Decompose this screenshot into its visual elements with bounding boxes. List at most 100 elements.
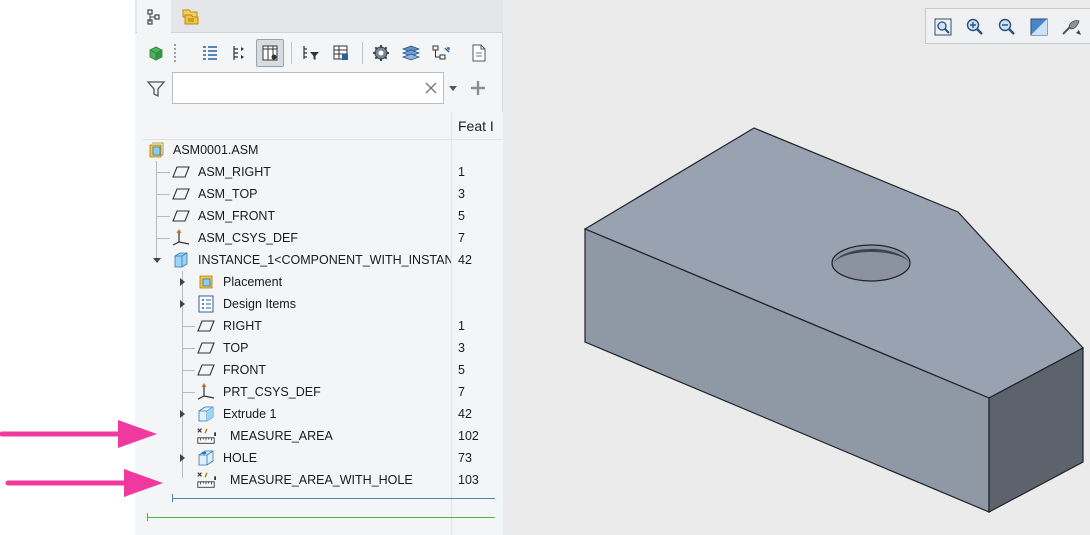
tree-item-label: ASM_RIGHT: [198, 165, 271, 179]
placement-icon: [196, 273, 216, 291]
collapse-all-button[interactable]: [226, 39, 254, 67]
expand-all-button[interactable]: [196, 39, 224, 67]
insert-here-line-part[interactable]: [173, 498, 495, 499]
display-style-icon: [1062, 20, 1081, 35]
model-view[interactable]: [503, 0, 1090, 535]
measure-icon: [196, 427, 216, 445]
tab-model-tree[interactable]: [137, 0, 171, 34]
insert-here-handle-part[interactable]: [172, 494, 173, 502]
feat-id-value: 1: [458, 319, 465, 333]
tree-row-design-items[interactable]: Design Items: [135, 293, 503, 315]
document-button[interactable]: [465, 39, 493, 67]
chevron-right-icon: [180, 410, 185, 418]
tree-row-placement[interactable]: Placement: [135, 271, 503, 293]
insert-here-line-assembly[interactable]: [147, 517, 495, 518]
datum-plane-icon: [196, 317, 216, 335]
relations-button[interactable]: [427, 39, 455, 67]
graphics-window[interactable]: [503, 0, 1090, 535]
tree-item-label: MEASURE_AREA: [230, 429, 333, 443]
display-style-button[interactable]: [1058, 14, 1084, 40]
tree-row-instance-1[interactable]: INSTANCE_1<COMPONENT_WITH_INSTANC 42: [135, 249, 503, 271]
annotation-arrows: [0, 420, 163, 497]
chevron-down-icon: [449, 86, 457, 91]
repaint-icon: [1030, 18, 1048, 36]
feat-id-value: 42: [458, 253, 472, 267]
tree-row-top[interactable]: TOP 3: [135, 337, 503, 359]
tree-row-hole[interactable]: HOLE 73: [135, 447, 503, 469]
tree-rows: ASM0001.ASM ASM_RIGHT 1 ASM_TOP 3 ASM_FR…: [135, 139, 503, 491]
repaint-button[interactable]: [1026, 14, 1052, 40]
feat-id-value: 7: [458, 385, 465, 399]
part-icon: [171, 251, 191, 269]
layers-button[interactable]: [397, 39, 425, 67]
show-button[interactable]: [142, 39, 170, 67]
search-input[interactable]: [172, 72, 444, 104]
expand-toggle[interactable]: [176, 276, 188, 288]
tree-row-right[interactable]: RIGHT 1: [135, 315, 503, 337]
funnel-icon: [146, 81, 166, 98]
feat-id-value: 5: [458, 209, 465, 223]
tab-layers[interactable]: [173, 0, 207, 33]
tree-connector: [156, 194, 170, 195]
expand-toggle[interactable]: [176, 452, 188, 464]
tree-row-asm-top[interactable]: ASM_TOP 3: [135, 183, 503, 205]
tree-item-label: ASM_TOP: [198, 187, 258, 201]
feat-id-value: 103: [458, 473, 479, 487]
filter-toggle-button[interactable]: [145, 78, 167, 100]
zoom-in-button[interactable]: [962, 14, 988, 40]
tree-filters-button[interactable]: [297, 39, 325, 67]
feat-id-value: 73: [458, 451, 472, 465]
settings-button[interactable]: [367, 39, 395, 67]
columns-icon: [262, 45, 278, 61]
tree-connector: [182, 392, 195, 393]
tree-columns-button[interactable]: [256, 39, 284, 67]
tree-connector: [156, 172, 170, 173]
expand-toggle[interactable]: [176, 408, 188, 420]
datum-plane-icon: [171, 163, 191, 181]
refit-icon: [934, 18, 952, 36]
clear-search-button[interactable]: [422, 79, 440, 97]
tree-row-measure-area[interactable]: MEASURE_AREA 102: [135, 425, 503, 447]
filter-dropdown-button[interactable]: [447, 82, 459, 94]
feat-id-column-header[interactable]: Feat I: [451, 112, 503, 140]
tree-row-measure-area-with-hole[interactable]: MEASURE_AREA_WITH_HOLE 103: [135, 469, 503, 491]
extrude-icon: [196, 405, 216, 423]
refit-button[interactable]: [930, 14, 956, 40]
tree-connector: [156, 216, 170, 217]
expand-toggle[interactable]: [176, 298, 188, 310]
list-indent-icon: [203, 46, 217, 60]
tree-row-asm-front[interactable]: ASM_FRONT 5: [135, 205, 503, 227]
tree-row-asm0001[interactable]: ASM0001.ASM: [135, 139, 503, 161]
tree-item-label: ASM_CSYS_DEF: [198, 231, 299, 245]
model-tree: Feat I ASM0001.ASM ASM_RIGHT 1 ASM_TOP 3…: [135, 112, 503, 535]
collapse-toggle[interactable]: [151, 254, 163, 266]
zoom-out-icon: [998, 18, 1015, 35]
chevron-right-icon: [180, 300, 185, 308]
tree-connector: [182, 348, 195, 349]
insert-here-handle-assembly[interactable]: [147, 513, 148, 521]
graphics-toolbar: [925, 8, 1090, 44]
tree-item-label: TOP: [223, 341, 249, 355]
column-header-label: Feat I: [458, 118, 494, 134]
tree-filter-icon: [303, 46, 319, 60]
document-icon: [472, 44, 486, 62]
settings-table-button[interactable]: [327, 39, 355, 67]
tree-row-front[interactable]: FRONT 5: [135, 359, 503, 381]
datum-plane-icon: [171, 207, 191, 225]
tree-collapse-icon: [233, 46, 244, 60]
hierarchy-icon: [432, 45, 450, 60]
tree-item-label: Extrude 1: [223, 407, 277, 421]
tree-row-extrude-1[interactable]: Extrude 1 42: [135, 403, 503, 425]
tree-row-prt-csys-def[interactable]: PRT_CSYS_DEF 7: [135, 381, 503, 403]
tree-row-asm-right[interactable]: ASM_RIGHT 1: [135, 161, 503, 183]
zoom-out-button[interactable]: [994, 14, 1020, 40]
feat-id-value: 7: [458, 231, 465, 245]
tree-item-label: INSTANCE_1<COMPONENT_WITH_INSTANC: [198, 253, 451, 267]
chevron-right-icon: [180, 454, 185, 462]
model-tree-icon: [147, 9, 160, 25]
tree-row-asm-csys-def[interactable]: ASM_CSYS_DEF 7: [135, 227, 503, 249]
layers-icon: [401, 45, 421, 61]
design-items-icon: [196, 295, 216, 313]
add-filter-button[interactable]: [469, 79, 487, 97]
tree-item-label: ASM_FRONT: [198, 209, 276, 223]
